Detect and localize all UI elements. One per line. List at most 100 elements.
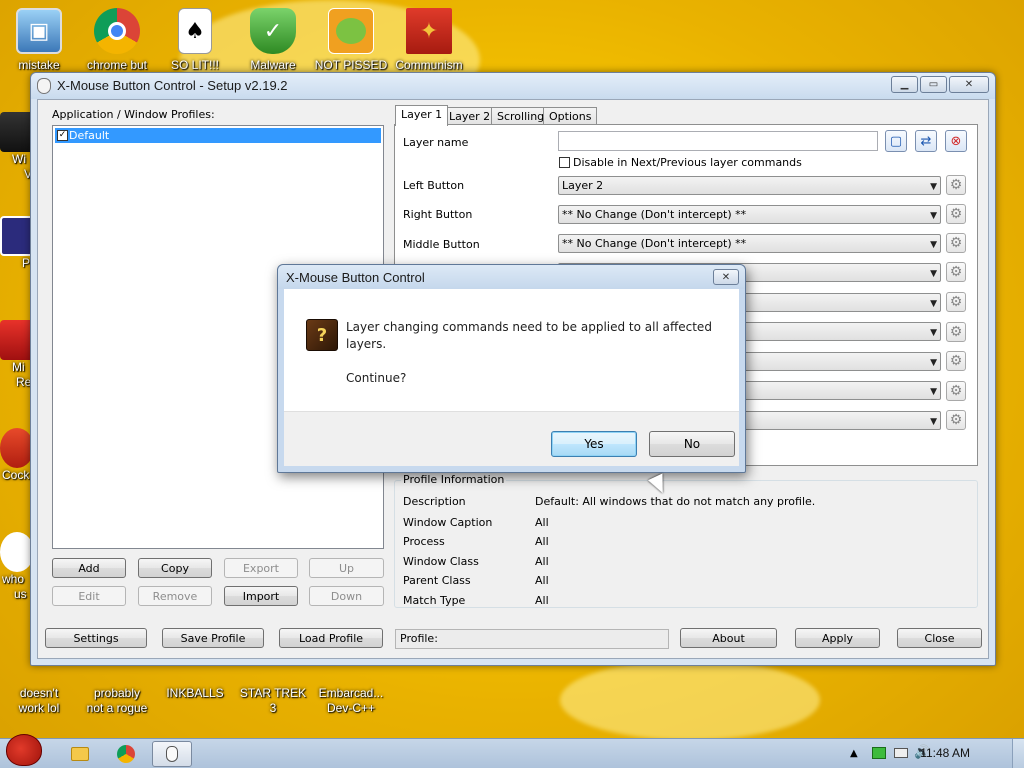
desktop-icon-solitaire[interactable]: ♠ SO LIT!!!: [156, 8, 234, 73]
layer-name-label: Layer name: [403, 136, 469, 149]
disable-layer-checkbox[interactable]: [559, 157, 570, 168]
info-label: Parent Class: [403, 574, 471, 587]
info-value: All: [535, 516, 549, 529]
desktop-icon-label: V: [24, 167, 33, 181]
network-icon[interactable]: [872, 747, 886, 759]
close-window-button[interactable]: ✕: [949, 76, 989, 93]
combo-value: ** No Change (Don't intercept) **: [562, 237, 747, 250]
about-button[interactable]: About: [680, 628, 777, 648]
taskbar-chrome[interactable]: [106, 741, 146, 767]
desktop-icon-communism[interactable]: ✦ Communism: [390, 8, 468, 73]
combo-value: ** No Change (Don't intercept) **: [562, 208, 747, 221]
gear-icon[interactable]: ⚙: [946, 322, 966, 342]
start-button[interactable]: [0, 731, 48, 768]
chevron-down-icon: ▼: [930, 240, 937, 250]
dialog-title: X-Mouse Button Control: [286, 270, 425, 285]
angry-bird-icon: [6, 734, 42, 766]
export-button[interactable]: Export: [224, 558, 298, 578]
mouse-icon: [37, 78, 51, 94]
desktop-icon-partial[interactable]: Wi V: [0, 112, 34, 182]
close-button[interactable]: Close: [897, 628, 982, 648]
info-value: All: [535, 574, 549, 587]
edit-button[interactable]: Edit: [52, 586, 126, 606]
disable-layer-label: Disable in Next/Previous layer commands: [573, 156, 802, 169]
copy-layer-icon[interactable]: ▢: [885, 130, 907, 152]
desktop-icon-label: 3: [269, 701, 277, 715]
down-button[interactable]: Down: [309, 586, 384, 606]
desktop-icon-probably[interactable]: probably not a rogue: [78, 660, 156, 716]
desktop-icon-dev-cpp[interactable]: Embarcad... Dev-C++: [312, 660, 390, 716]
shield-icon: ✓: [250, 8, 296, 54]
gear-icon[interactable]: ⚙: [946, 233, 966, 253]
bin-icon: [0, 112, 34, 152]
clock[interactable]: 11:48 AM: [920, 746, 970, 760]
confirm-dialog: X-Mouse Button Control ✕ ? Layer changin…: [277, 264, 746, 473]
info-label: Process: [403, 535, 445, 548]
desktop-icon-partial[interactable]: Cock: [0, 428, 34, 483]
settings-button[interactable]: Settings: [45, 628, 147, 648]
profile-name: Default: [69, 129, 110, 142]
layer-name-input[interactable]: [558, 131, 878, 151]
gear-icon[interactable]: ⚙: [946, 410, 966, 430]
show-desktop-button[interactable]: [1012, 739, 1024, 768]
chevron-down-icon: ▼: [930, 387, 937, 397]
save-profile-button[interactable]: Save Profile: [162, 628, 264, 648]
info-value: All: [535, 535, 549, 548]
chevron-down-icon: ▼: [930, 358, 937, 368]
gear-icon[interactable]: ⚙: [946, 351, 966, 371]
row-label: Middle Button: [403, 238, 480, 251]
taskbar-explorer[interactable]: [60, 741, 100, 767]
gear-icon[interactable]: ⚙: [946, 204, 966, 224]
gear-icon[interactable]: ⚙: [946, 292, 966, 312]
import-button[interactable]: Import: [224, 586, 298, 606]
tab-layer-1[interactable]: Layer 1: [395, 105, 449, 126]
taskbar-xmbc[interactable]: [152, 741, 192, 767]
desktop-icon-label: Communism: [395, 58, 463, 72]
power-icon[interactable]: [894, 748, 908, 758]
minimize-button[interactable]: ▁: [891, 76, 918, 93]
desktop-icon-not-pissed[interactable]: NOT PISSED: [312, 8, 390, 73]
apply-button[interactable]: Apply: [795, 628, 880, 648]
info-label: Window Class: [403, 555, 479, 568]
tab-options[interactable]: Options: [543, 107, 598, 125]
swap-layer-icon[interactable]: ⇄: [915, 130, 937, 152]
gear-icon[interactable]: ⚙: [946, 381, 966, 401]
yes-button[interactable]: Yes: [551, 431, 637, 457]
main-titlebar[interactable]: X-Mouse Button Control - Setup v2.19.2 ▁…: [31, 73, 995, 99]
dialog-titlebar[interactable]: X-Mouse Button Control ✕: [278, 265, 745, 289]
no-button[interactable]: No: [649, 431, 735, 457]
gear-icon[interactable]: ⚙: [946, 262, 966, 282]
show-hidden-icon[interactable]: ▲: [850, 748, 858, 759]
desktop-icon-chrome[interactable]: chrome but: [78, 8, 156, 73]
load-profile-button[interactable]: Load Profile: [279, 628, 383, 648]
maximize-button[interactable]: ▭: [920, 76, 947, 93]
tab-layer-2[interactable]: Layer 2: [443, 107, 497, 125]
profile-status: Profile:: [395, 629, 669, 649]
desktop-icon-doesnt-work[interactable]: doesn't work lol: [0, 660, 78, 716]
desktop-icon-star-trek[interactable]: STAR TREK 3: [234, 660, 312, 716]
clear-layer-icon[interactable]: ⊗: [945, 130, 967, 152]
left-button-select[interactable]: Layer 2 ▼: [558, 176, 941, 195]
desktop-icon-inkballs[interactable]: INKBALLS: [156, 660, 234, 701]
copy-button[interactable]: Copy: [138, 558, 212, 578]
remove-button[interactable]: Remove: [138, 586, 212, 606]
up-button[interactable]: Up: [309, 558, 384, 578]
desktop-icon-label: who: [2, 572, 25, 586]
desktop-icon-mistake[interactable]: ▣ mistake: [0, 8, 78, 73]
desktop-icon-label: Re: [16, 375, 32, 389]
middle-button-select[interactable]: ** No Change (Don't intercept) ** ▼: [558, 234, 941, 253]
desktop-icon-partial[interactable]: Mi Re: [0, 320, 34, 390]
desktop-icon-label: Cock: [2, 468, 30, 482]
desktop-icon-partial[interactable]: who us: [0, 532, 34, 602]
desktop-icon-malware[interactable]: ✓ Malware: [234, 8, 312, 73]
profile-item-default[interactable]: ✓ Default: [55, 128, 381, 143]
info-label: Description: [403, 495, 466, 508]
dialog-close-button[interactable]: ✕: [713, 269, 739, 285]
gear-icon[interactable]: ⚙: [946, 175, 966, 195]
desktop-icon-partial[interactable]: P: [0, 216, 34, 271]
profile-checkbox[interactable]: ✓: [57, 130, 68, 141]
taskbar: ▲ 🔊 11:48 AM: [0, 734, 1024, 768]
tab-scrolling[interactable]: Scrolling: [491, 107, 551, 125]
right-button-select[interactable]: ** No Change (Don't intercept) ** ▼: [558, 205, 941, 224]
add-button[interactable]: Add: [52, 558, 126, 578]
